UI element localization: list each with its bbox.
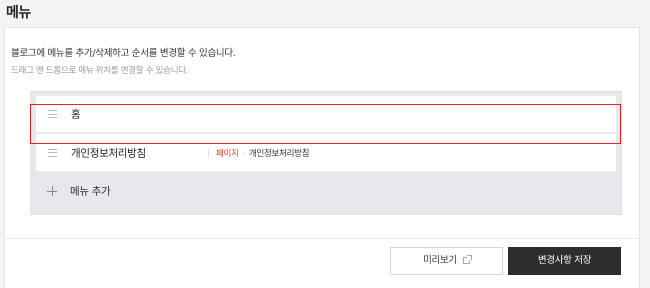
menu-item-label: 홈 <box>71 108 81 121</box>
save-changes-button[interactable]: 변경사항 저장 <box>508 247 621 275</box>
description-text: 블로그에 메뉴를 추가/삭제하고 순서를 변경할 수 있습니다. <box>11 48 236 59</box>
add-menu-label: 메뉴 추가 <box>70 185 111 198</box>
meta-divider <box>208 148 209 158</box>
meta-dot: · <box>242 148 246 159</box>
preview-button[interactable]: 미리보기 <box>390 247 503 275</box>
menu-item-label: 개인정보처리방침 <box>71 147 146 159</box>
add-menu-button[interactable]: 메뉴 추가 <box>36 173 616 209</box>
menu-item-home[interactable]: 홈 <box>36 96 616 133</box>
menu-panel: 블로그에 메뉴를 추가/삭제하고 순서를 변경할 수 있습니다. 드래그 앤 드… <box>4 27 640 288</box>
menu-item-meta: 페이지 · 개인정보처리방침 <box>208 147 309 159</box>
save-label: 변경사항 저장 <box>537 255 592 266</box>
description-hint: 드래그 앤 드롭으로 메뉴 위치를 변경할 수 있습니다. <box>11 66 189 76</box>
footer-divider <box>5 238 639 239</box>
page-title: 메뉴 <box>6 5 31 21</box>
menu-item-privacy-policy[interactable]: 개인정보처리방침 페이지 · 개인정보처리방침 <box>36 134 616 172</box>
menu-item-type: 페이지 <box>216 148 239 159</box>
menu-list: 홈 개인정보처리방침 페이지 · 개인정보처리방침 메뉴 추가 <box>30 91 622 215</box>
drag-handle-icon[interactable] <box>48 110 57 118</box>
plus-icon <box>47 186 57 196</box>
preview-label: 미리보기 <box>423 255 457 266</box>
external-link-icon <box>462 255 472 264</box>
menu-item-page-name: 개인정보처리방침 <box>248 148 310 159</box>
drag-handle-icon[interactable] <box>48 148 57 157</box>
menu-settings-page: 메뉴 블로그에 메뉴를 추가/삭제하고 순서를 변경할 수 있습니다. 드래그 … <box>0 0 650 288</box>
